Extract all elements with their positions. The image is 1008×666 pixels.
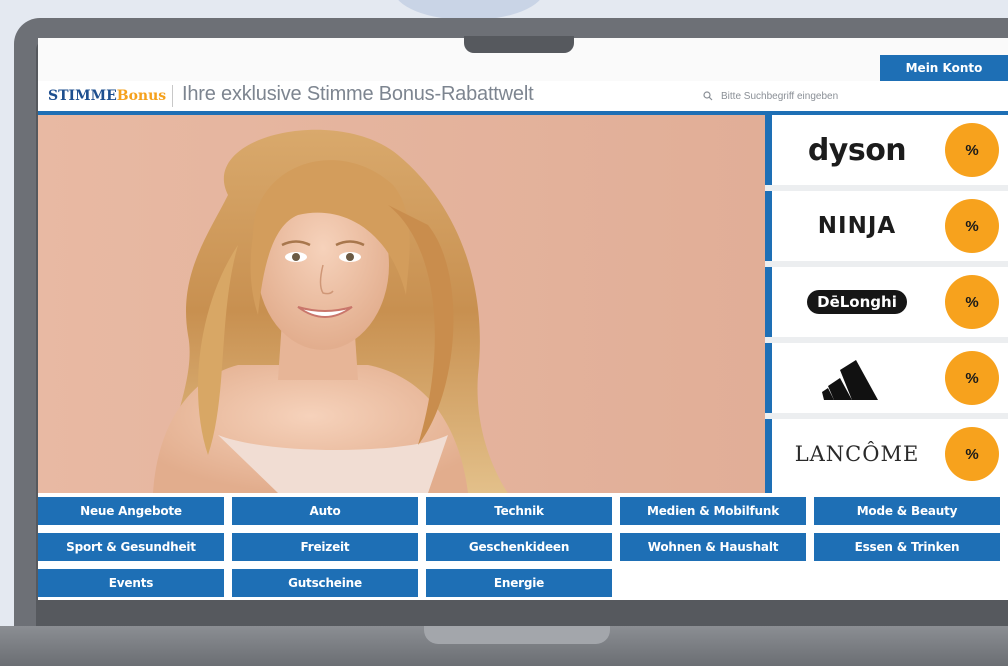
- site-header: STIMMEBonus Ihre exklusive Stimme Bonus-…: [38, 81, 1008, 115]
- category-button[interactable]: Freizeit: [232, 533, 418, 561]
- stimme-bonus-logo[interactable]: STIMMEBonus: [48, 88, 166, 104]
- category-button[interactable]: Gutscheine: [232, 569, 418, 597]
- category-button[interactable]: Energie: [426, 569, 612, 597]
- my-account-button[interactable]: Mein Konto: [880, 55, 1008, 81]
- search-icon: [703, 91, 713, 101]
- brand-name-ninja: NINJA: [817, 213, 897, 239]
- search-input[interactable]: Bitte Suchbegriff eingeben: [703, 86, 1003, 106]
- hero-banner-image[interactable]: [38, 115, 765, 493]
- brand-list: dyson % NINJA % DēLonghi % % LANCÔME %: [765, 115, 1008, 493]
- logo-text-bonus: Bonus: [116, 88, 167, 104]
- brand-tile-ninja[interactable]: NINJA %: [765, 191, 1008, 261]
- category-button[interactable]: Geschenkideen: [426, 533, 612, 561]
- category-button[interactable]: Mode & Beauty: [814, 497, 1000, 525]
- woman-portrait-image: [38, 115, 765, 493]
- adidas-stripes-icon: [822, 360, 878, 400]
- header-divider: [172, 85, 173, 107]
- category-button[interactable]: Wohnen & Haushalt: [620, 533, 806, 561]
- discount-badge[interactable]: %: [945, 275, 999, 329]
- category-button[interactable]: Sport & Gesundheit: [38, 533, 224, 561]
- discount-badge[interactable]: %: [945, 199, 999, 253]
- laptop-screen: Mein Konto STIMMEBonus Ihre exklusive St…: [38, 38, 1008, 600]
- brand-tile-adidas[interactable]: %: [765, 343, 1008, 413]
- category-button[interactable]: Medien & Mobilfunk: [620, 497, 806, 525]
- background-glow: [394, 0, 544, 20]
- discount-badge[interactable]: %: [945, 351, 999, 405]
- category-button[interactable]: Technik: [426, 497, 612, 525]
- brand-tile-dyson[interactable]: dyson %: [765, 115, 1008, 185]
- brand-tile-lancome[interactable]: LANCÔME %: [765, 419, 1008, 493]
- category-button[interactable]: Auto: [232, 497, 418, 525]
- brand-tile-delonghi[interactable]: DēLonghi %: [765, 267, 1008, 337]
- category-menu: Neue Angebote Auto Technik Medien & Mobi…: [38, 493, 1008, 600]
- brand-name-delonghi: DēLonghi: [782, 267, 932, 337]
- adidas-logo-icon: [782, 343, 932, 413]
- delonghi-logo: DēLonghi: [807, 290, 907, 314]
- discount-badge[interactable]: %: [945, 427, 999, 481]
- search-placeholder: Bitte Suchbegriff eingeben: [721, 90, 839, 102]
- category-button[interactable]: Essen & Trinken: [814, 533, 1000, 561]
- laptop-base-groove: [424, 626, 610, 644]
- discount-badge[interactable]: %: [945, 123, 999, 177]
- logo-text-stimme: STIMME: [48, 88, 117, 104]
- category-button[interactable]: Events: [38, 569, 224, 597]
- category-button[interactable]: Neue Angebote: [38, 497, 224, 525]
- page-tagline: Ihre exklusive Stimme Bonus-Rabattwelt: [182, 83, 534, 105]
- laptop-camera-notch: [464, 36, 574, 53]
- brand-name-dyson: dyson: [807, 132, 907, 168]
- brand-name-lancome: LANCÔME: [794, 442, 920, 466]
